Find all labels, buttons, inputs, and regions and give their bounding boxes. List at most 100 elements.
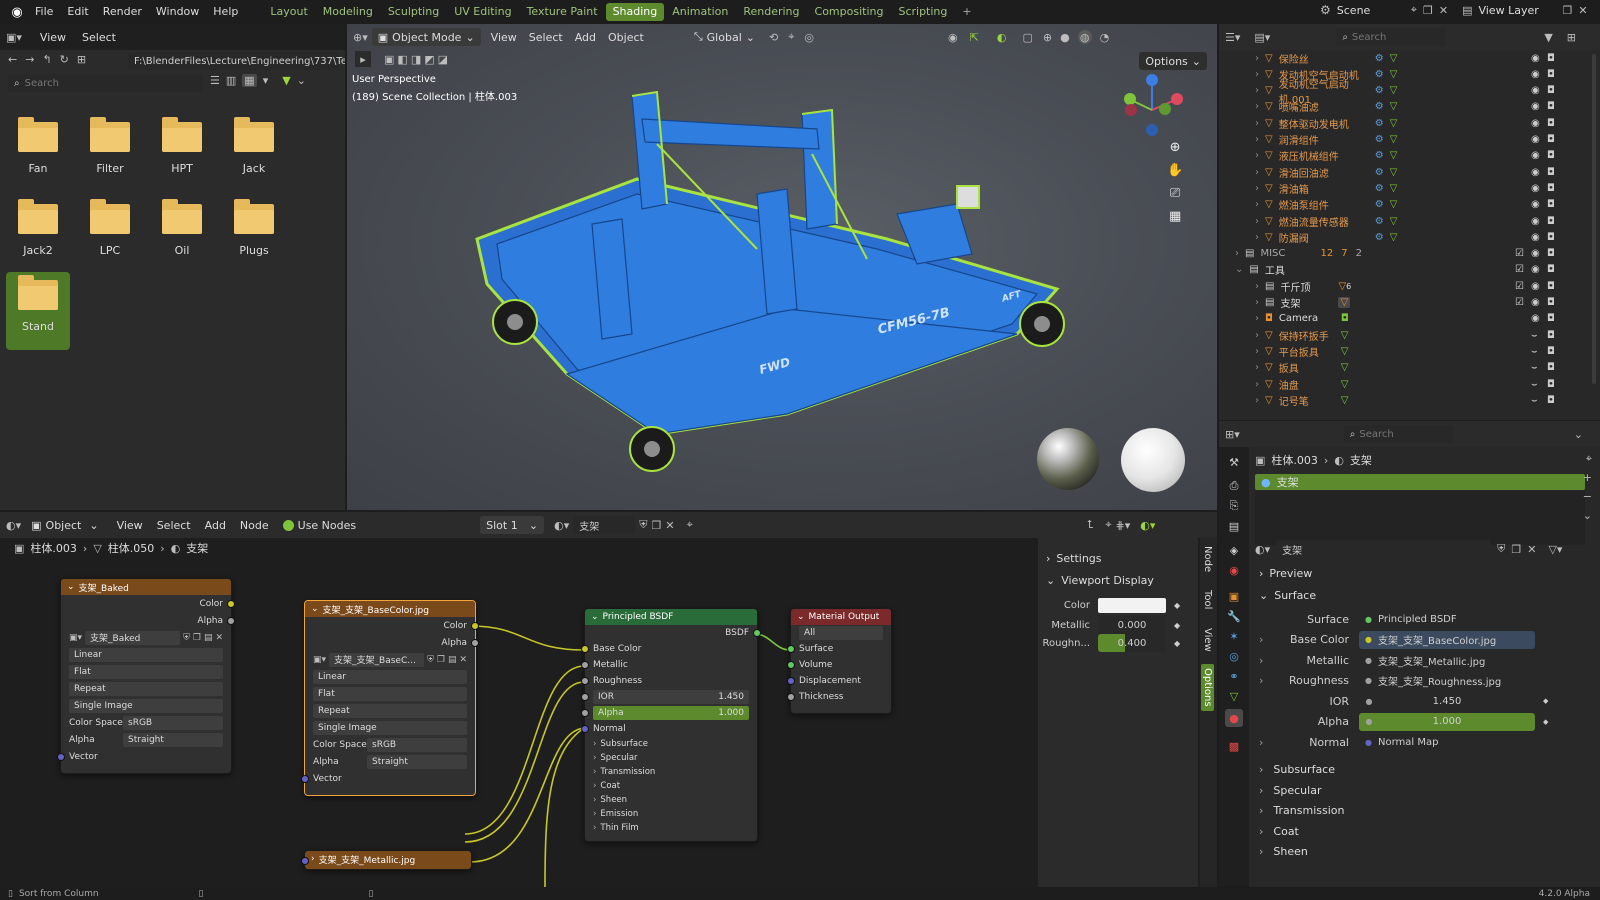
float-socket[interactable]: [787, 693, 795, 701]
filter-icon[interactable]: ▼: [282, 74, 290, 87]
tab-compositing[interactable]: Compositing: [808, 3, 891, 21]
colorspace-dropdown[interactable]: sRGB: [367, 737, 467, 752]
sort-icon[interactable]: ▾: [263, 74, 269, 87]
display-mode-icon[interactable]: ▤▾: [1254, 31, 1270, 44]
camera-render-icon[interactable]: ◘: [1547, 313, 1555, 324]
collection-tools[interactable]: ⌄ ▤ 工具 ☑ ◉ ◘: [1219, 262, 1585, 278]
folder-jack2[interactable]: Jack2: [6, 196, 70, 268]
principled-bsdf-node[interactable]: ⌄ Principled BSDF BSDF Base Color Metalli…: [581, 608, 761, 842]
eye-icon[interactable]: ◉: [1531, 85, 1540, 96]
open-folder-icon[interactable]: ▤: [448, 655, 457, 665]
panel-thin-film[interactable]: › Thin Film: [585, 821, 757, 835]
stand-model[interactable]: [457, 84, 1087, 474]
eye-icon[interactable]: ◉: [1531, 134, 1540, 145]
checkbox-icon[interactable]: ☑: [1515, 281, 1524, 292]
chevron-right-icon[interactable]: ›: [1255, 101, 1259, 112]
camera-render-icon[interactable]: ◘: [1547, 248, 1555, 259]
tab-scripting[interactable]: Scripting: [891, 3, 954, 21]
alpha-mode-dropdown[interactable]: Straight: [123, 732, 223, 747]
value-slider[interactable]: ● 1.450: [1359, 692, 1535, 710]
chevron-right-icon[interactable]: ›: [1259, 654, 1263, 667]
copy-icon[interactable]: ❐: [1511, 543, 1521, 556]
tab-modeling[interactable]: Modeling: [316, 3, 380, 21]
vp-menu-select[interactable]: Select: [529, 31, 563, 44]
image-texture-node-basecolor[interactable]: ⌄ 支架_支架_BaseColor.jpg Color Alpha ▣▾ 支架_支架…: [301, 600, 479, 796]
tab-sculpting[interactable]: Sculpting: [381, 3, 446, 21]
chevron-right-icon[interactable]: ›: [1255, 216, 1259, 227]
pin-icon[interactable]: ⌖: [1586, 452, 1592, 466]
colorspace-dropdown[interactable]: sRGB: [123, 715, 223, 730]
camera-render-icon[interactable]: ◘: [1547, 199, 1555, 210]
linked-input-field[interactable]: ● 支架_支架_Metallic.jpg: [1359, 651, 1535, 669]
surface-panel[interactable]: ⌄ Surface: [1259, 589, 1316, 602]
eye-icon[interactable]: ◉: [1531, 167, 1540, 178]
output-tab-icon[interactable]: ⎘: [1225, 497, 1243, 515]
options-dropdown[interactable]: Options ⌄: [1139, 52, 1207, 70]
metallic-field[interactable]: 0.000: [1098, 616, 1166, 634]
chevron-right-icon[interactable]: ›: [1259, 736, 1263, 749]
fake-user-icon[interactable]: ⛨: [183, 633, 190, 643]
camera-render-icon[interactable]: ◘: [1547, 362, 1555, 373]
tab-tool[interactable]: Tool: [1202, 590, 1213, 609]
gizmo-icon[interactable]: ⇱: [970, 31, 979, 44]
path-field[interactable]: F:\BlenderFiles\Lecture\Engineering\737\…: [128, 52, 345, 70]
ior-field[interactable]: IOR 1.450: [593, 690, 749, 704]
material-slot-item[interactable]: ● 支架: [1255, 474, 1585, 490]
image-browse-icon[interactable]: ▣▾: [69, 633, 82, 643]
new-collection-icon[interactable]: ⊞: [1567, 31, 1576, 44]
image-texture-node-baked[interactable]: ⌄ 支架_Baked Color Alpha ▣▾ 支架_Baked ⛨ ❐ ▤ ✕ Lin…: [57, 578, 235, 774]
chevron-right-icon[interactable]: ›: [1255, 118, 1259, 129]
wireframe-shading-icon[interactable]: ⊕: [1043, 31, 1052, 44]
editor-type-icon[interactable]: ☰▾: [1225, 31, 1240, 44]
chevron-right-icon[interactable]: ›: [1255, 346, 1259, 357]
open-folder-icon[interactable]: ▤: [204, 633, 213, 643]
eye-icon[interactable]: ◉: [1531, 264, 1540, 275]
camera-render-icon[interactable]: ◘: [1547, 216, 1555, 227]
outliner-item[interactable]: › ▽ 保险丝 ⚙ ▽ ◉ ◘: [1219, 50, 1585, 66]
tab-animation[interactable]: Animation: [665, 3, 735, 21]
linked-input-field[interactable]: ● 支架_支架_BaseColor.jpg: [1359, 630, 1535, 649]
outliner-item[interactable]: › ▤ 支架 ▽ ☑ ◉ ◘: [1219, 295, 1585, 311]
chevron-right-icon[interactable]: ›: [1259, 674, 1263, 687]
proportional-edit-icon[interactable]: ◎: [804, 31, 814, 44]
shader-socket[interactable]: [787, 645, 795, 653]
eye-icon[interactable]: ◉: [1531, 53, 1540, 64]
eye-closed-icon[interactable]: ⌣: [1531, 395, 1538, 406]
linked-input-field[interactable]: ● 支架_支架_Roughness.jpg: [1359, 671, 1535, 690]
projection-dropdown[interactable]: Flat: [69, 664, 223, 679]
snap-target-icon[interactable]: ⋕▾: [1116, 519, 1131, 532]
thumbnail-view-icon[interactable]: ▦: [242, 74, 257, 87]
camera-render-icon[interactable]: ◘: [1547, 379, 1555, 390]
pivot-icon[interactable]: ⟲: [769, 31, 778, 44]
node-header[interactable]: ⌄ 支架_支架_BaseColor.jpg: [305, 601, 475, 617]
camera-render-icon[interactable]: ◘: [1547, 183, 1555, 194]
camera-render-icon[interactable]: ◘: [1547, 69, 1555, 80]
camera-render-icon[interactable]: ◘: [1547, 101, 1555, 112]
add-slot-icon[interactable]: +: [1583, 471, 1592, 484]
chevron-right-icon[interactable]: ›: [1235, 248, 1239, 259]
folder-lpc[interactable]: LPC: [78, 196, 142, 268]
chevron-right-icon[interactable]: ›: [1255, 232, 1259, 243]
folder-stand[interactable]: Stand: [6, 272, 70, 350]
world-tab-icon[interactable]: ◉: [1225, 561, 1243, 579]
keyframe-dot-icon[interactable]: ◆: [1174, 639, 1180, 648]
parent-dir-icon[interactable]: ↰: [42, 53, 51, 66]
search-input[interactable]: ⌕ Search: [8, 74, 203, 92]
camera-render-icon[interactable]: ◘: [1547, 346, 1555, 357]
outliner-item[interactable]: › ▽ 防漏阀 ⚙ ▽ ◉ ◘: [1219, 229, 1585, 245]
panel-sheen[interactable]: › Sheen: [1259, 845, 1308, 858]
camera-render-icon[interactable]: ◘: [1547, 134, 1555, 145]
eye-closed-icon[interactable]: ⌣: [1531, 379, 1538, 390]
settings-panel[interactable]: › Settings: [1046, 552, 1102, 565]
editor-type-icon[interactable]: ▣▾: [6, 31, 22, 44]
ortho-grid-icon[interactable]: ▦: [1167, 209, 1183, 224]
material-output-node[interactable]: ⌄ Material Output All Surface Volume Disp…: [787, 608, 892, 714]
roughness-slider[interactable]: 0.400: [1098, 634, 1166, 652]
outliner-item[interactable]: › ▽ 燃油泵组件 ⚙ ▽ ◉ ◘: [1219, 197, 1585, 213]
eye-icon[interactable]: ◉: [1531, 232, 1540, 243]
navigation-gizmo[interactable]: [1117, 72, 1187, 142]
eye-icon[interactable]: ◉: [1531, 101, 1540, 112]
chevron-right-icon[interactable]: ›: [1255, 313, 1259, 324]
fake-user-icon[interactable]: ⛨: [1497, 542, 1505, 556]
chevron-right-icon[interactable]: ›: [1255, 395, 1259, 406]
